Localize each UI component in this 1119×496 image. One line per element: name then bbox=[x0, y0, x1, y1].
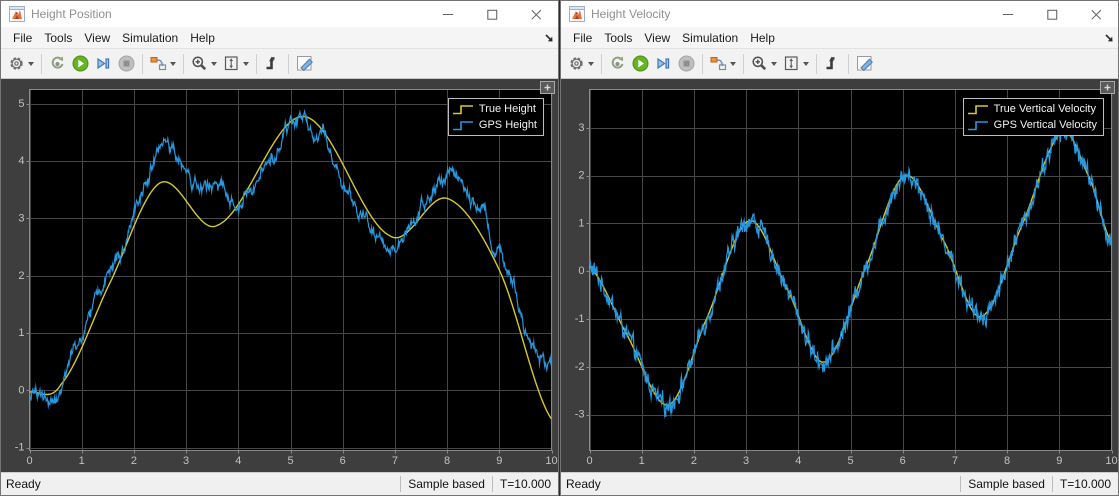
toolbar-separator bbox=[183, 54, 184, 74]
settings-button[interactable] bbox=[565, 52, 597, 76]
toolbar-separator bbox=[816, 54, 817, 74]
legend[interactable]: True Height GPS Height bbox=[448, 98, 544, 136]
menu-tools[interactable]: Tools bbox=[598, 29, 638, 47]
maximize-button[interactable] bbox=[470, 1, 514, 27]
scope-app-icon bbox=[569, 6, 585, 22]
scale-axes-dropdown-caret[interactable] bbox=[803, 62, 809, 66]
title-bar[interactable]: Height Velocity bbox=[561, 1, 1118, 27]
menu-bar: File Tools View Simulation Help bbox=[1, 27, 558, 48]
toolbar bbox=[561, 48, 1118, 79]
toolbar-separator bbox=[848, 54, 849, 74]
legend-item-gps-vertical-velocity: GPS Vertical Velocity bbox=[966, 117, 1097, 133]
zoom-dropdown-caret[interactable] bbox=[771, 62, 777, 66]
scale-axes-button[interactable] bbox=[780, 52, 812, 76]
legend-item-true-vertical-velocity: True Vertical Velocity bbox=[966, 101, 1097, 117]
status-sim-time: T=10.000 bbox=[1052, 476, 1118, 492]
maximize-axes-button[interactable] bbox=[1100, 81, 1115, 94]
status-bar: Ready Sample based T=10.000 bbox=[561, 472, 1118, 495]
toolbar bbox=[1, 48, 558, 79]
toolbar-separator bbox=[743, 54, 744, 74]
legend-label: GPS Vertical Velocity bbox=[994, 119, 1097, 131]
maximize-button[interactable] bbox=[1030, 1, 1074, 27]
snapshot-dropdown-caret[interactable] bbox=[730, 62, 736, 66]
title-bar[interactable]: Height Position bbox=[1, 1, 558, 27]
scope-app-icon bbox=[9, 6, 25, 22]
toolbar-separator bbox=[601, 54, 602, 74]
settings-button[interactable] bbox=[5, 52, 37, 76]
legend-label: GPS Height bbox=[479, 119, 537, 131]
close-button[interactable] bbox=[514, 1, 558, 27]
status-ready: Ready bbox=[561, 477, 960, 491]
settings-dropdown-caret[interactable] bbox=[588, 62, 594, 66]
simulink-snapshot-button[interactable] bbox=[707, 52, 739, 76]
settings-dropdown-caret[interactable] bbox=[28, 62, 34, 66]
legend-label: True Height bbox=[479, 103, 536, 115]
step-back-button[interactable] bbox=[606, 52, 629, 76]
menu-help[interactable]: Help bbox=[744, 29, 781, 47]
step-forward-button[interactable] bbox=[92, 52, 115, 76]
dock-icon[interactable] bbox=[1104, 33, 1114, 43]
legend-item-gps-height: GPS Height bbox=[451, 117, 537, 133]
zoom-button[interactable] bbox=[188, 52, 220, 76]
maximize-axes-button[interactable] bbox=[540, 81, 555, 94]
true-signal-swatch-icon bbox=[966, 103, 990, 116]
legend[interactable]: True Vertical Velocity GPS Vertical Velo… bbox=[963, 98, 1104, 136]
zoom-dropdown-caret[interactable] bbox=[211, 62, 217, 66]
minimize-button[interactable] bbox=[986, 1, 1030, 27]
status-bar: Ready Sample based T=10.000 bbox=[1, 472, 558, 495]
height-velocity-plot[interactable] bbox=[561, 79, 1118, 472]
status-ready: Ready bbox=[1, 477, 400, 491]
triggers-button[interactable] bbox=[821, 52, 844, 76]
menu-simulation[interactable]: Simulation bbox=[676, 29, 744, 47]
menu-tools[interactable]: Tools bbox=[38, 29, 78, 47]
stop-button[interactable] bbox=[675, 52, 698, 76]
close-button[interactable] bbox=[1074, 1, 1118, 27]
plot-panel: True Height GPS Height bbox=[1, 79, 558, 472]
scale-axes-dropdown-caret[interactable] bbox=[243, 62, 249, 66]
scope-window-height-velocity: Height Velocity File Tools View Simulati… bbox=[560, 0, 1119, 496]
legend-label: True Vertical Velocity bbox=[994, 103, 1096, 115]
toolbar-separator bbox=[702, 54, 703, 74]
run-button[interactable] bbox=[69, 52, 92, 76]
true-signal-swatch-icon bbox=[451, 103, 475, 116]
zoom-button[interactable] bbox=[748, 52, 780, 76]
menu-file[interactable]: File bbox=[7, 29, 38, 47]
menu-view[interactable]: View bbox=[638, 29, 676, 47]
window-title: Height Velocity bbox=[591, 7, 986, 21]
simulink-snapshot-button[interactable] bbox=[147, 52, 179, 76]
step-forward-button[interactable] bbox=[652, 52, 675, 76]
gps-signal-swatch-icon bbox=[966, 119, 990, 132]
snapshot-dropdown-caret[interactable] bbox=[170, 62, 176, 66]
status-sim-time: T=10.000 bbox=[492, 476, 558, 492]
plot-panel: True Vertical Velocity GPS Vertical Velo… bbox=[561, 79, 1118, 472]
step-back-button[interactable] bbox=[46, 52, 69, 76]
toolbar-separator bbox=[41, 54, 42, 74]
triggers-button[interactable] bbox=[261, 52, 284, 76]
scale-axes-button[interactable] bbox=[220, 52, 252, 76]
cursor-measurements-button[interactable] bbox=[293, 52, 316, 76]
cursor-measurements-button[interactable] bbox=[853, 52, 876, 76]
minimize-button[interactable] bbox=[426, 1, 470, 27]
status-sample-mode: Sample based bbox=[400, 476, 492, 492]
menu-help[interactable]: Help bbox=[184, 29, 221, 47]
height-position-plot[interactable] bbox=[1, 79, 558, 472]
toolbar-separator bbox=[256, 54, 257, 74]
stop-button[interactable] bbox=[115, 52, 138, 76]
status-sample-mode: Sample based bbox=[960, 476, 1052, 492]
dock-icon[interactable] bbox=[544, 33, 554, 43]
run-button[interactable] bbox=[629, 52, 652, 76]
scope-window-height-position: Height Position File Tools View Simulati… bbox=[0, 0, 559, 496]
legend-item-true-height: True Height bbox=[451, 101, 537, 117]
toolbar-separator bbox=[142, 54, 143, 74]
menu-simulation[interactable]: Simulation bbox=[116, 29, 184, 47]
menu-file[interactable]: File bbox=[567, 29, 598, 47]
toolbar-separator bbox=[288, 54, 289, 74]
gps-signal-swatch-icon bbox=[451, 119, 475, 132]
menu-bar: File Tools View Simulation Help bbox=[561, 27, 1118, 48]
window-title: Height Position bbox=[31, 7, 426, 21]
menu-view[interactable]: View bbox=[78, 29, 116, 47]
